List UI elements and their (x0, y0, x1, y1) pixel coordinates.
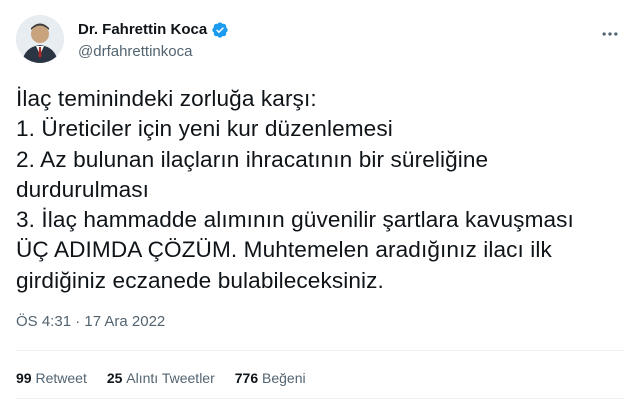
quotes-count: 25 (106, 370, 127, 386)
tweet-text-line: 3. İlaç hammadde alımının güvenilir şart… (16, 207, 574, 233)
tweet-text: İlaç temininde​ki zorluğa karşı: 1. Üret… (16, 84, 626, 296)
likes-stat[interactable]: 776 Beğeni (235, 370, 306, 386)
tweet-stats: 99 Retweet 25 Alıntı Tweetler 776 Beğeni (16, 370, 326, 386)
quotes-stat[interactable]: 25 Alıntı Tweetler (107, 370, 215, 386)
more-horizontal-icon[interactable] (598, 22, 622, 46)
retweets-count: 99 (16, 370, 36, 386)
tweet-header: Dr. Fahrettin Koca @drfahrettinkoca (16, 14, 624, 64)
avatar-portrait-icon (16, 15, 64, 63)
likes-label: Beğeni (262, 370, 306, 386)
tweet-card: Dr. Fahrettin Koca @drfahrettinkoca İlaç… (0, 0, 640, 401)
quotes-label: Alıntı Tweetler (126, 370, 215, 386)
divider (16, 398, 624, 399)
tweet-text-line: ÜÇ ADIMDA ÇÖZÜM. Muhtemelen aradığınız i… (16, 237, 552, 263)
tweet-text-line: durdurulması (16, 176, 150, 202)
avatar[interactable] (16, 15, 64, 63)
tweet-text-line: İlaç temininde​ki zorluğa karşı: (16, 86, 317, 111)
tweet-timestamp[interactable]: ÖS 4:31 · 17 Ara 2022 (16, 313, 165, 330)
divider (16, 350, 624, 351)
author-names: Dr. Fahrettin Koca @drfahrettinkoca (78, 19, 229, 60)
tweet-text-line: 2. Az bulunan ilaçların ihracatının bir … (16, 146, 489, 172)
handle[interactable]: @drfahrettinkoca (78, 43, 229, 60)
retweets-label: Retweet (35, 370, 87, 386)
display-name[interactable]: Dr. Fahrettin Koca (78, 21, 207, 38)
name-row: Dr. Fahrettin Koca (78, 19, 229, 41)
verified-badge-icon (211, 21, 229, 39)
tweet-text-line: girdiğiniz eczanede bulabileceksiniz. (16, 267, 384, 293)
likes-count: 776 (234, 370, 262, 386)
retweets-stat[interactable]: 99 Retweet (16, 370, 87, 386)
tweet-text-line: 1. Üreticiler için yeni kur düzenlemesi (16, 116, 393, 142)
